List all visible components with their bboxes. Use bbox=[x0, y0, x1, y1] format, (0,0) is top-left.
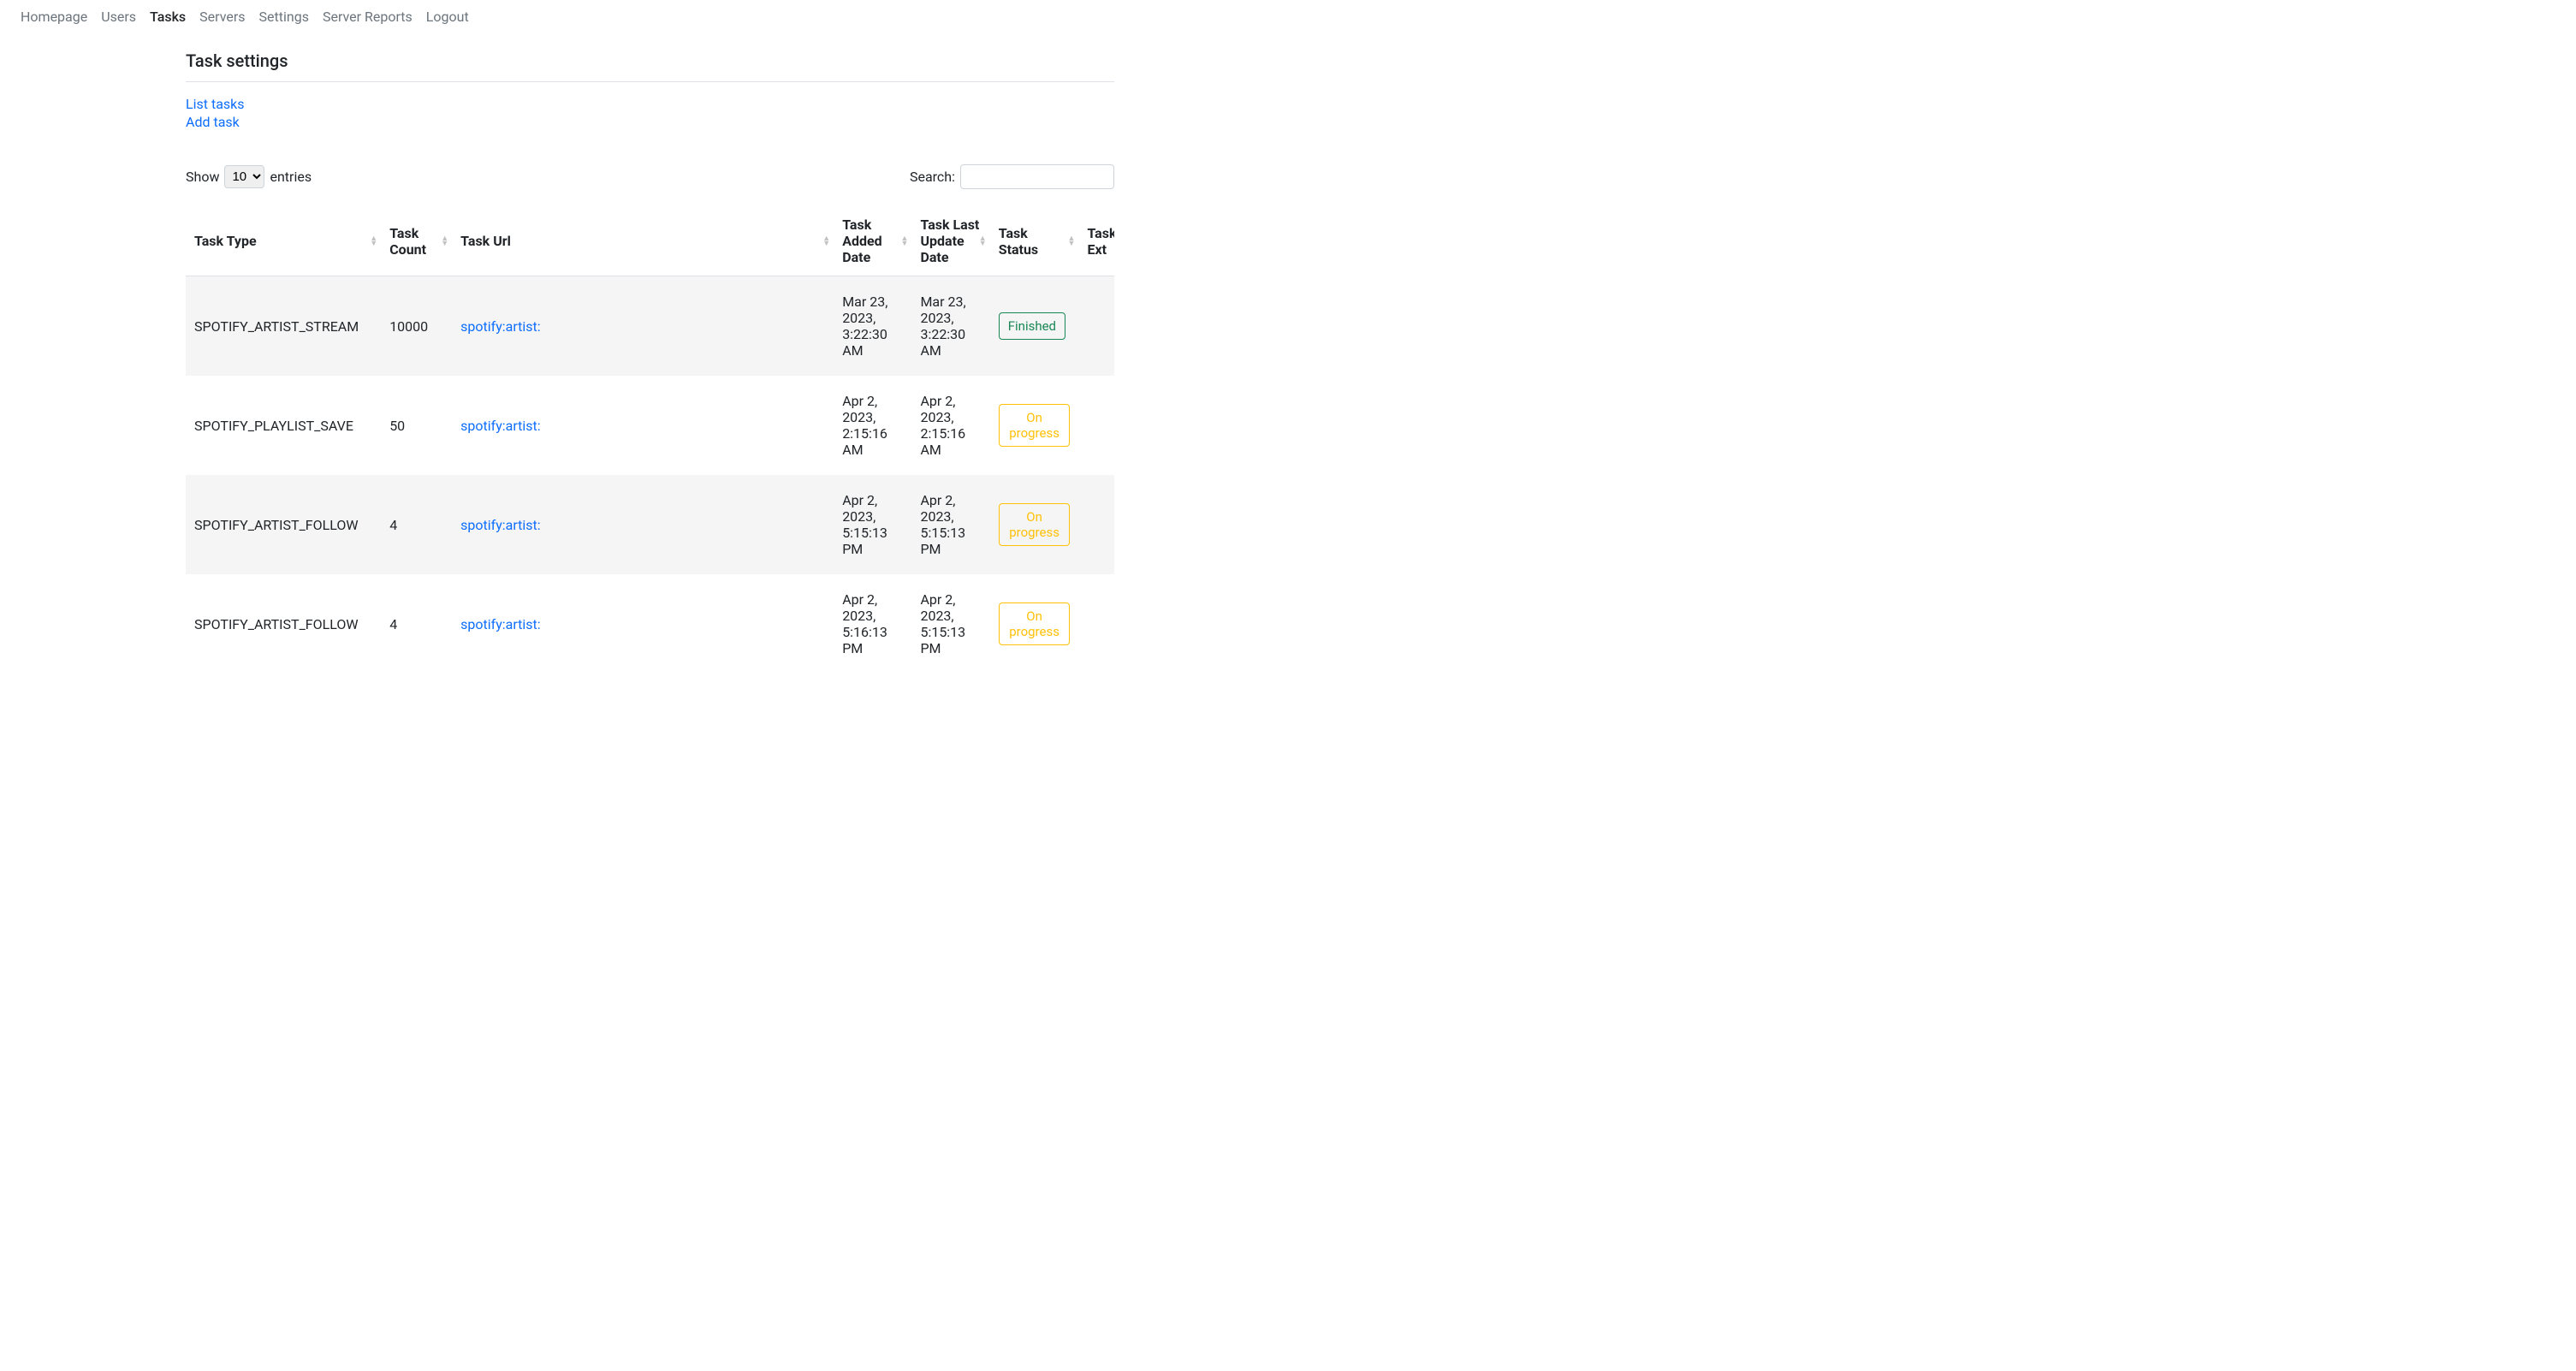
nav-users[interactable]: Users bbox=[101, 9, 136, 25]
link-add-task[interactable]: Add task bbox=[186, 114, 1114, 130]
page-title: Task settings bbox=[186, 50, 1114, 71]
table-row: SPOTIFY_PLAYLIST_SAVE50 spotify:artist: Ap… bbox=[186, 376, 1114, 475]
status-badge: Finished bbox=[999, 312, 1065, 340]
task-url-link[interactable]: spotify:artist: bbox=[460, 318, 541, 335]
nav-logout[interactable]: Logout bbox=[426, 9, 469, 25]
show-entries: Show 10 entries bbox=[186, 165, 312, 188]
cell-task-updated: Apr 2, 2023, 2:15:16 AM bbox=[911, 376, 989, 475]
cell-task-added: Apr 2, 2023, 2:15:16 AM bbox=[834, 376, 911, 475]
sort-icon: ▲▼ bbox=[901, 236, 909, 246]
sort-icon: ▲▼ bbox=[370, 236, 377, 246]
show-prefix: Show bbox=[186, 169, 219, 185]
cell-task-count: 4 bbox=[381, 574, 452, 674]
cell-task-ext bbox=[1078, 376, 1114, 475]
search-input[interactable] bbox=[960, 164, 1114, 189]
table-controls: Show 10 entries Search: bbox=[186, 164, 1114, 189]
cell-task-url: spotify:artist: bbox=[452, 475, 834, 574]
sort-icon: ▲▼ bbox=[1068, 236, 1076, 246]
col-label: Task Url bbox=[460, 233, 511, 249]
cell-task-count: 50 bbox=[381, 376, 452, 475]
cell-task-added: Apr 2, 2023, 5:16:13 PM bbox=[834, 574, 911, 674]
search-box: Search: bbox=[910, 164, 1114, 189]
main-content: Task settings List tasks Add task Show 1… bbox=[186, 33, 1114, 674]
task-url-link[interactable]: spotify:artist: bbox=[460, 517, 541, 533]
sublinks: List tasks Add task bbox=[186, 96, 1114, 130]
cell-task-ext bbox=[1078, 475, 1114, 574]
sort-icon: ▲▼ bbox=[979, 236, 987, 246]
col-label: Task Count bbox=[389, 225, 426, 258]
cell-task-count: 4 bbox=[381, 475, 452, 574]
status-badge: On progress bbox=[999, 503, 1071, 546]
status-badge: On progress bbox=[999, 404, 1071, 447]
entries-select[interactable]: 10 bbox=[224, 165, 264, 188]
cell-task-url: spotify:artist: bbox=[452, 276, 834, 377]
cell-task-type: SPOTIFY_PLAYLIST_SAVE bbox=[186, 376, 381, 475]
table-row: SPOTIFY_ARTIST_STREAM10000 spotify:artist… bbox=[186, 276, 1114, 377]
nav-homepage[interactable]: Homepage bbox=[21, 9, 87, 25]
nav-tasks[interactable]: Tasks bbox=[150, 9, 186, 25]
header-row: Task Type ▲▼ Task Count ▲▼ Task Url ▲▼ T… bbox=[186, 206, 1114, 276]
table-wrap: Task Type ▲▼ Task Count ▲▼ Task Url ▲▼ T… bbox=[186, 206, 1114, 674]
cell-task-status: On progress bbox=[990, 376, 1079, 475]
cell-task-status: On progress bbox=[990, 475, 1079, 574]
divider bbox=[186, 81, 1114, 82]
cell-task-type: SPOTIFY_ARTIST_STREAM bbox=[186, 276, 381, 377]
cell-task-ext bbox=[1078, 574, 1114, 674]
link-list-tasks[interactable]: List tasks bbox=[186, 96, 1114, 112]
tasks-table: Task Type ▲▼ Task Count ▲▼ Task Url ▲▼ T… bbox=[186, 206, 1114, 674]
table-row: SPOTIFY_ARTIST_FOLLOW4 spotify:artist: Apr… bbox=[186, 574, 1114, 674]
show-suffix: entries bbox=[270, 169, 312, 185]
col-task-added[interactable]: Task Added Date ▲▼ bbox=[834, 206, 911, 276]
col-task-type[interactable]: Task Type ▲▼ bbox=[186, 206, 381, 276]
nav-settings[interactable]: Settings bbox=[259, 9, 309, 25]
sort-icon: ▲▼ bbox=[822, 236, 830, 246]
table-body: SPOTIFY_ARTIST_STREAM10000 spotify:artist… bbox=[186, 276, 1114, 674]
cell-task-ext bbox=[1078, 276, 1114, 377]
task-url-link[interactable]: spotify:artist: bbox=[460, 616, 541, 632]
col-label: Task Ext bbox=[1087, 225, 1114, 258]
nav-servers[interactable]: Servers bbox=[199, 9, 245, 25]
col-task-count[interactable]: Task Count ▲▼ bbox=[381, 206, 452, 276]
col-label: Task Last Update Date bbox=[920, 217, 979, 265]
cell-task-type: SPOTIFY_ARTIST_FOLLOW bbox=[186, 574, 381, 674]
sort-icon: ▲▼ bbox=[441, 236, 448, 246]
col-task-url[interactable]: Task Url ▲▼ bbox=[452, 206, 834, 276]
cell-task-status: On progress bbox=[990, 574, 1079, 674]
col-label: Task Added Date bbox=[842, 217, 881, 265]
top-nav: Homepage Users Tasks Servers Settings Se… bbox=[0, 0, 2576, 33]
table-row: SPOTIFY_ARTIST_FOLLOW4 spotify:artist: Apr… bbox=[186, 475, 1114, 574]
cell-task-status: Finished bbox=[990, 276, 1079, 377]
status-badge: On progress bbox=[999, 602, 1071, 645]
col-task-status[interactable]: Task Status ▲▼ bbox=[990, 206, 1079, 276]
cell-task-url: spotify:artist: bbox=[452, 376, 834, 475]
cell-task-type: SPOTIFY_ARTIST_FOLLOW bbox=[186, 475, 381, 574]
cell-task-updated: Apr 2, 2023, 5:15:13 PM bbox=[911, 475, 989, 574]
cell-task-updated: Apr 2, 2023, 5:15:13 PM bbox=[911, 574, 989, 674]
nav-server-reports[interactable]: Server Reports bbox=[323, 9, 413, 25]
cell-task-url: spotify:artist: bbox=[452, 574, 834, 674]
task-url-link[interactable]: spotify:artist: bbox=[460, 418, 541, 434]
cell-task-added: Mar 23, 2023, 3:22:30 AM bbox=[834, 276, 911, 377]
col-label: Task Type bbox=[194, 233, 257, 249]
search-label: Search: bbox=[910, 169, 955, 185]
col-task-ext[interactable]: Task Ext bbox=[1078, 206, 1114, 276]
col-task-updated[interactable]: Task Last Update Date ▲▼ bbox=[911, 206, 989, 276]
cell-task-added: Apr 2, 2023, 5:15:13 PM bbox=[834, 475, 911, 574]
cell-task-count: 10000 bbox=[381, 276, 452, 377]
col-label: Task Status bbox=[999, 225, 1038, 258]
cell-task-updated: Mar 23, 2023, 3:22:30 AM bbox=[911, 276, 989, 377]
